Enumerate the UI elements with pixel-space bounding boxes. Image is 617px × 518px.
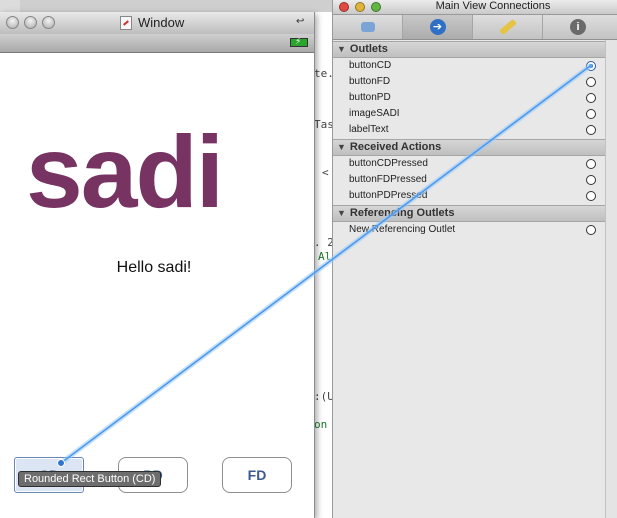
connection-circle-icon[interactable] [586,109,596,119]
connection-circle-icon[interactable] [586,225,596,235]
tab-size[interactable] [473,15,543,39]
ios-main-view[interactable]: sadi Hello sadi! CD PD FD [0,53,314,518]
hello-label[interactable]: Hello sadi! [0,259,308,277]
outlet-label: imageSADI [349,108,400,119]
editor-top-bar [0,0,340,12]
close-inspector-button[interactable] [339,2,349,12]
disclosure-triangle-icon[interactable]: ▼ [337,140,346,155]
outlet-label: buttonFD [349,76,391,87]
new-referencing-outlet-row[interactable]: New Referencing Outlet [333,222,605,238]
section-title: Received Actions [349,141,442,153]
outlet-row-buttonpd[interactable]: buttonPD [333,90,605,106]
outlet-label: buttonPD [349,92,391,103]
connection-circle-icon[interactable] [586,77,596,87]
received-actions-section-header[interactable]: ▼ Received Actions [333,139,605,156]
minimize-window-button[interactable] [24,16,37,29]
action-row-buttonpdpressed[interactable]: buttonPDPressed [333,188,605,204]
outlet-row-imagesadi[interactable]: imageSADI [333,106,605,122]
code-fragment: :(U [314,390,334,403]
zoom-window-button[interactable] [42,16,55,29]
connection-circle-icon[interactable] [586,61,596,71]
outlet-label: New Referencing Outlet [349,224,456,235]
connection-circle-icon[interactable] [586,125,596,135]
action-label: buttonCDPressed [349,158,428,169]
code-fragment: . 2 [314,236,334,249]
close-window-button[interactable] [6,16,19,29]
action-label: buttonFDPressed [349,174,427,185]
action-row-buttoncdpressed[interactable]: buttonCDPressed [333,156,605,172]
inspector-scrollbar[interactable] [605,40,617,518]
connections-inspector: Main View Connections ➔ i ▼ Outlets butto… [332,0,617,518]
connection-circle-icon[interactable] [586,175,596,185]
code-fragment: on [314,418,328,431]
zoom-inspector-button[interactable] [371,2,381,12]
fd-button[interactable]: FD [222,457,292,493]
outlet-label: labelText [349,124,389,135]
connection-circle-icon[interactable] [586,93,596,103]
size-ruler-icon [498,18,517,35]
inspector-tab-bar: ➔ i [333,15,617,40]
element-tooltip: Rounded Rect Button (CD) [18,471,162,487]
tab-attributes[interactable] [333,15,403,39]
window-titlebar[interactable]: Window ↩ [0,12,314,35]
code-fragment: te. [314,67,334,80]
connections-icon: ➔ [429,18,446,35]
outlet-row-buttonfd[interactable]: buttonFD [333,74,605,90]
code-fragment: Al [318,250,332,263]
outlets-section-header[interactable]: ▼ Outlets [333,41,605,58]
inspector-title: Main View Connections [435,0,551,12]
info-icon: i [570,18,586,35]
window-title: Window [138,15,185,30]
disclosure-triangle-icon[interactable]: ▼ [337,42,346,57]
tab-info[interactable]: i [543,15,613,39]
outlet-label: buttonCD [349,60,392,71]
code-fragment: < [322,166,329,179]
inspector-titlebar[interactable]: Main View Connections [333,0,617,15]
section-title: Outlets [349,43,388,55]
connection-circle-icon[interactable] [586,159,596,169]
app-document-icon [120,16,132,30]
minimize-inspector-button[interactable] [355,2,365,12]
ios-view-window: Window ↩ sadi Hello sadi! CD PD FD [0,12,315,518]
action-row-buttonfdpressed[interactable]: buttonFDPressed [333,172,605,188]
sadi-logo-image[interactable]: sadi [26,121,224,223]
tab-connections[interactable]: ➔ [403,15,473,39]
attributes-icon [360,21,375,32]
rotate-icon[interactable]: ↩ [296,17,306,27]
outlet-row-buttoncd[interactable]: buttonCD [333,58,605,74]
disclosure-triangle-icon[interactable]: ▼ [337,206,346,221]
connection-circle-icon[interactable] [586,191,596,201]
outlet-row-labeltext[interactable]: labelText [333,122,605,138]
referencing-outlets-section-header[interactable]: ▼ Referencing Outlets [333,205,605,222]
section-title: Referencing Outlets [349,207,455,219]
action-label: buttonPDPressed [349,190,428,201]
ios-status-bar [0,34,314,53]
battery-charging-icon [290,36,308,47]
